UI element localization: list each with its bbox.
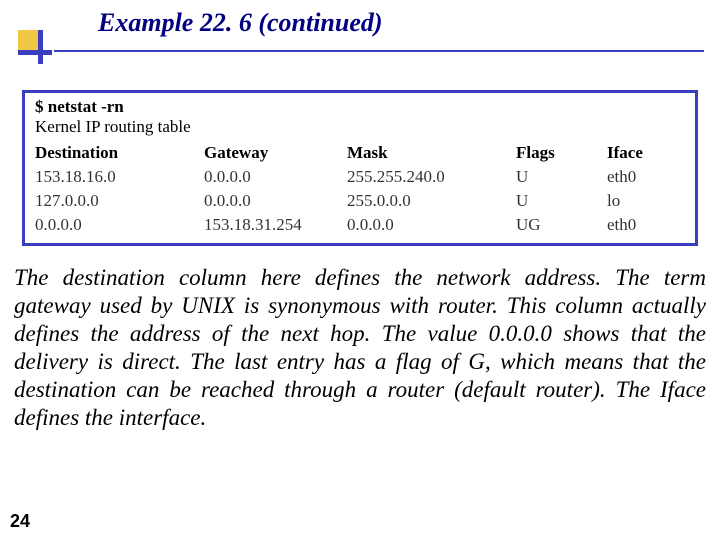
col-header-destination: Destination — [35, 141, 204, 165]
routing-table: Destination Gateway Mask Flags Iface 153… — [35, 141, 685, 237]
cell-iface: lo — [607, 189, 685, 213]
cell-flags: U — [516, 165, 607, 189]
cell-flags: UG — [516, 213, 607, 237]
col-header-gateway: Gateway — [204, 141, 347, 165]
cell-iface: eth0 — [607, 165, 685, 189]
table-row: 127.0.0.0 0.0.0.0 255.0.0.0 U lo — [35, 189, 685, 213]
page-number: 24 — [10, 511, 30, 532]
routing-table-frame: $ netstat -rn Kernel IP routing table De… — [22, 90, 698, 246]
cell-gateway: 0.0.0.0 — [204, 189, 347, 213]
table-row: 153.18.16.0 0.0.0.0 255.255.240.0 U eth0 — [35, 165, 685, 189]
slide-title: Example 22. 6 (continued) — [98, 8, 720, 38]
col-header-mask: Mask — [347, 141, 516, 165]
col-header-iface: Iface — [607, 141, 685, 165]
cell-gateway: 153.18.31.254 — [204, 213, 347, 237]
terminal-command: $ netstat -rn — [35, 97, 685, 117]
cell-destination: 153.18.16.0 — [35, 165, 204, 189]
cell-mask: 255.0.0.0 — [347, 189, 516, 213]
title-underline — [54, 50, 704, 52]
cell-gateway: 0.0.0.0 — [204, 165, 347, 189]
explanation-paragraph: The destination column here defines the … — [14, 264, 706, 432]
bullet-icon — [18, 30, 52, 64]
table-row: 0.0.0.0 153.18.31.254 0.0.0.0 UG eth0 — [35, 213, 685, 237]
cell-mask: 255.255.240.0 — [347, 165, 516, 189]
table-header-row: Destination Gateway Mask Flags Iface — [35, 141, 685, 165]
cell-destination: 0.0.0.0 — [35, 213, 204, 237]
terminal-caption: Kernel IP routing table — [35, 117, 685, 137]
cell-destination: 127.0.0.0 — [35, 189, 204, 213]
slide-header: Example 22. 6 (continued) — [0, 0, 720, 72]
col-header-flags: Flags — [516, 141, 607, 165]
cell-mask: 0.0.0.0 — [347, 213, 516, 237]
cell-iface: eth0 — [607, 213, 685, 237]
cell-flags: U — [516, 189, 607, 213]
